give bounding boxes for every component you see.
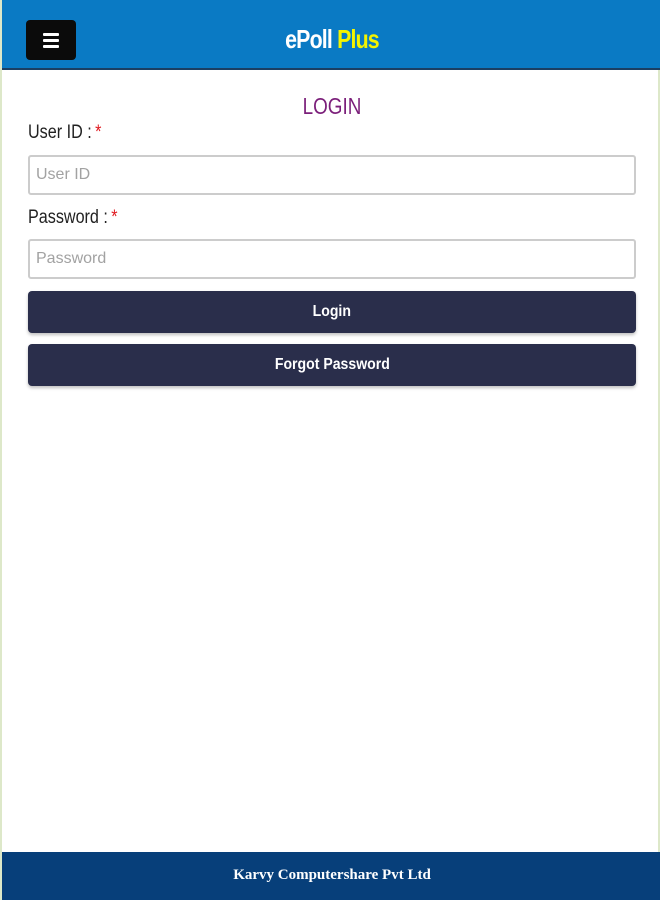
footer-company-name: Karvy Computershare Pvt Ltd bbox=[233, 867, 431, 883]
footer: Karvy Computershare Pvt Ltd bbox=[2, 852, 660, 900]
app-logo: ePoll Plus bbox=[61, 22, 602, 56]
password-label-text: Password : bbox=[28, 207, 108, 228]
hamburger-menu-icon bbox=[43, 33, 59, 36]
page-title: LOGIN bbox=[302, 93, 362, 119]
password-label: Password : * bbox=[28, 206, 118, 230]
page-frame: ePoll Plus LOGIN User ID :* Password :* … bbox=[0, 0, 660, 900]
user-id-label: User ID : * bbox=[28, 121, 101, 145]
forgot-password-button-label: Forgot Password bbox=[274, 356, 390, 373]
forgot-password-button[interactable]: Forgot Password bbox=[28, 344, 636, 386]
app-logo-suffix: Plus bbox=[337, 24, 380, 54]
app-logo-prefix: ePoll bbox=[285, 24, 333, 54]
hamburger-menu-icon-bar bbox=[43, 45, 59, 48]
required-marker: * bbox=[95, 122, 102, 143]
password-input[interactable] bbox=[28, 239, 636, 279]
required-marker: * bbox=[111, 207, 118, 228]
hamburger-menu-icon-bar bbox=[43, 39, 59, 42]
user-id-label-text: User ID : bbox=[28, 122, 92, 143]
user-id-input[interactable] bbox=[28, 155, 636, 195]
app-header: ePoll Plus bbox=[2, 0, 660, 70]
login-button[interactable]: Login bbox=[28, 291, 636, 333]
login-button-label: Login bbox=[312, 303, 352, 320]
